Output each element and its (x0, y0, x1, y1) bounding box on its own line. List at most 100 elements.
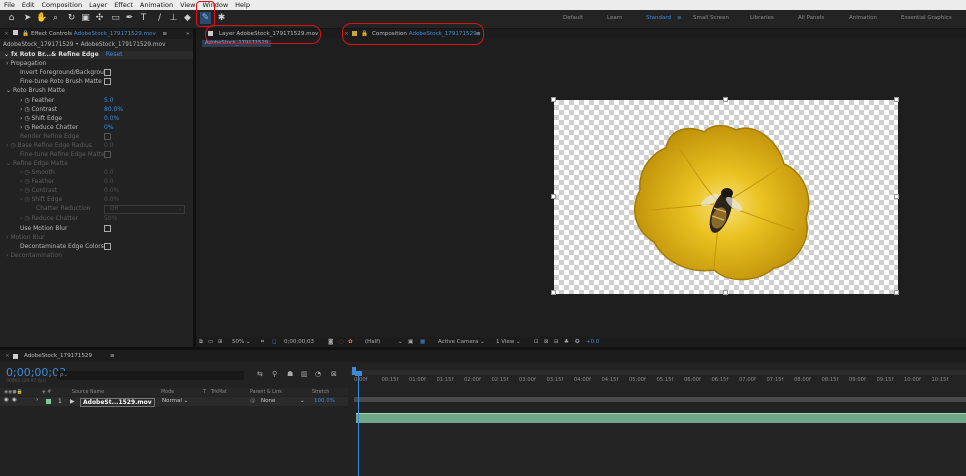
refine-edge-matte-group[interactable]: ⌄ Refine Edge Matte (6, 160, 68, 167)
smooth-row[interactable]: › ◷ Smooth (20, 169, 55, 176)
monitor-icon[interactable]: ▭ (208, 337, 213, 347)
navigator-bar[interactable] (354, 397, 966, 402)
menu-edit[interactable]: Edit (18, 0, 38, 10)
workspace-learn[interactable]: Learn (607, 15, 622, 21)
refine-feather-value[interactable]: 0.0 (104, 178, 114, 185)
panel-divider[interactable] (193, 29, 196, 347)
pan-behind-tool-icon[interactable]: ✣ (94, 12, 105, 24)
transparency-grid-icon[interactable]: ▦ (420, 337, 425, 347)
effect-controls-tab[interactable]: × 🔒 Effect Controls AdobeStock_179171529… (0, 29, 193, 39)
panel-menu-icon[interactable]: ≡ (163, 31, 168, 37)
transform-handle[interactable] (551, 290, 556, 295)
decontamination-group[interactable]: › Decontamination (6, 252, 62, 259)
reduce-chatter-row[interactable]: › ◷ Reduce Chatter (20, 124, 78, 131)
shift-edge-value[interactable]: 0.0% (104, 115, 119, 122)
motion-blur-icon[interactable]: ◔ (315, 370, 321, 378)
pickwhip-icon[interactable]: @ (250, 397, 256, 406)
fit-icon[interactable]: ⊞ (218, 337, 223, 347)
refine-shift-edge-row[interactable]: › ◷ Shift Edge (20, 196, 62, 203)
exposure-icon[interactable]: ✪ (575, 337, 580, 347)
effect-header[interactable]: ⌄ fx Roto Br...& Refine Edge Reset (4, 51, 123, 58)
mask-tool-icon[interactable]: ▭ (110, 12, 121, 24)
show-snapshot-icon[interactable]: ◌ (339, 337, 344, 347)
transform-handle[interactable] (551, 194, 556, 199)
menu-file[interactable]: File (0, 0, 18, 10)
lock-icon[interactable]: 🔒 (22, 31, 29, 37)
menu-help[interactable]: Help (231, 0, 253, 10)
refine-reduce-chatter-value[interactable]: 50% (104, 215, 117, 222)
chatter-reduction-dropdown[interactable]: Off ⌄ (104, 205, 185, 214)
workspace-animation[interactable]: Animation (849, 15, 877, 21)
shy-layers-icon[interactable]: ☗ (287, 370, 293, 378)
refine-contrast-row[interactable]: › ◷ Contrast (20, 187, 57, 194)
mode-dropdown[interactable]: Normal ⌄ (162, 397, 188, 406)
composition-canvas[interactable] (551, 97, 899, 295)
transform-handle[interactable] (894, 194, 899, 199)
decontaminate-checkbox[interactable] (104, 243, 111, 250)
graph-editor-icon[interactable]: ⊠ (331, 370, 337, 378)
channel-icon[interactable]: ✿ (348, 337, 353, 347)
menu-animation[interactable]: Animation (136, 0, 176, 10)
camera-tool-icon[interactable]: ▣ (80, 12, 91, 24)
close-icon[interactable]: × (5, 350, 10, 362)
workspace-standard[interactable]: Standard (646, 15, 671, 21)
zoom-dropdown[interactable]: 50% ⌄ (232, 337, 251, 347)
resolution-dropdown[interactable]: (Half) (365, 337, 380, 347)
shift-edge-row[interactable]: › ◷ Shift Edge (20, 115, 62, 122)
timeline-icon[interactable]: ⊟ (554, 337, 559, 347)
region-of-interest-icon[interactable]: ▣ (408, 337, 413, 347)
layer-name[interactable]: AdobeSt...1529.mov (80, 398, 155, 407)
workspace-all-panels[interactable]: All Panels (798, 15, 824, 21)
workspace-small-screen[interactable]: Small Screen (693, 15, 729, 21)
stretch-value[interactable]: 100.0% (314, 397, 335, 406)
use-motion-blur-checkbox[interactable] (104, 225, 111, 232)
layer-duration-bar[interactable] (356, 413, 966, 423)
transform-handle[interactable] (894, 290, 899, 295)
t-header[interactable]: T (203, 390, 206, 395)
workspace-default[interactable]: Default (563, 15, 583, 21)
invert-foreground-checkbox[interactable] (104, 69, 111, 76)
label-color-swatch[interactable] (46, 399, 51, 404)
workspace-essential-graphics[interactable]: Essential Graphics (901, 15, 952, 21)
menu-effect[interactable]: Effect (110, 0, 136, 10)
smooth-value[interactable]: 0.0 (104, 169, 114, 176)
rotate-tool-icon[interactable]: ↻ (66, 12, 77, 24)
panel-menu-icon[interactable]: ≡ (110, 350, 115, 362)
render-refine-edge-checkbox[interactable] (104, 133, 111, 140)
timeline-search-input[interactable]: ρ⌄ (57, 371, 244, 380)
workspace-libraries[interactable]: Libraries (750, 15, 774, 21)
refine-feather-row[interactable]: › ◷ Feather (20, 178, 54, 185)
eye-icon[interactable]: ◉ (4, 397, 9, 403)
base-radius-row[interactable]: › ◷ Base Refine Edge Radius (6, 142, 92, 149)
contrast-value[interactable]: 80.0% (104, 106, 123, 113)
transform-handle[interactable] (894, 97, 899, 102)
camera-dropdown[interactable]: Active Camera ⌄ (438, 337, 485, 347)
audio-icon[interactable]: ◉ (12, 397, 17, 403)
fast-preview-icon[interactable]: ⊠ (544, 337, 549, 347)
pen-tool-icon[interactable]: ✒ (124, 12, 135, 24)
refine-contrast-value[interactable]: 0.0% (104, 187, 119, 194)
parent-dropdown[interactable]: None (261, 397, 275, 406)
grid-icon[interactable]: ⌗ (261, 337, 264, 347)
refine-shift-edge-value[interactable]: 0.0% (104, 196, 119, 203)
roto-brush-matte-group[interactable]: ⌄ Roto Brush Matte (6, 87, 65, 94)
fine-tune-refine-checkbox[interactable] (104, 151, 111, 158)
brush-tool-icon[interactable]: / (154, 12, 165, 24)
mask-visibility-icon[interactable]: ◻ (272, 337, 277, 347)
contrast-row[interactable]: › ◷ Contrast (20, 106, 57, 113)
base-radius-value[interactable]: 0.0 (104, 142, 114, 149)
reset-button[interactable]: Reset (106, 51, 123, 58)
reduce-chatter-value[interactable]: 0% (104, 124, 114, 131)
panel-overflow-icon[interactable]: » (186, 29, 189, 39)
viewer-timecode[interactable]: 0;00;00;03 (284, 337, 314, 347)
transform-handle[interactable] (723, 290, 728, 295)
hand-tool-icon[interactable]: ✋ (36, 12, 47, 24)
flowchart-icon[interactable]: ♣ (564, 337, 569, 347)
toggle-pixel-icon[interactable]: ⊡ (534, 337, 539, 347)
exposure-value[interactable]: +0.0 (586, 337, 599, 347)
feather-row[interactable]: › ◷ Feather (20, 97, 54, 104)
type-tool-icon[interactable]: T (138, 12, 149, 24)
source-name-header[interactable]: Source Name (72, 390, 104, 395)
close-icon[interactable]: × (4, 31, 9, 37)
feather-value[interactable]: 5.0 (104, 97, 114, 104)
